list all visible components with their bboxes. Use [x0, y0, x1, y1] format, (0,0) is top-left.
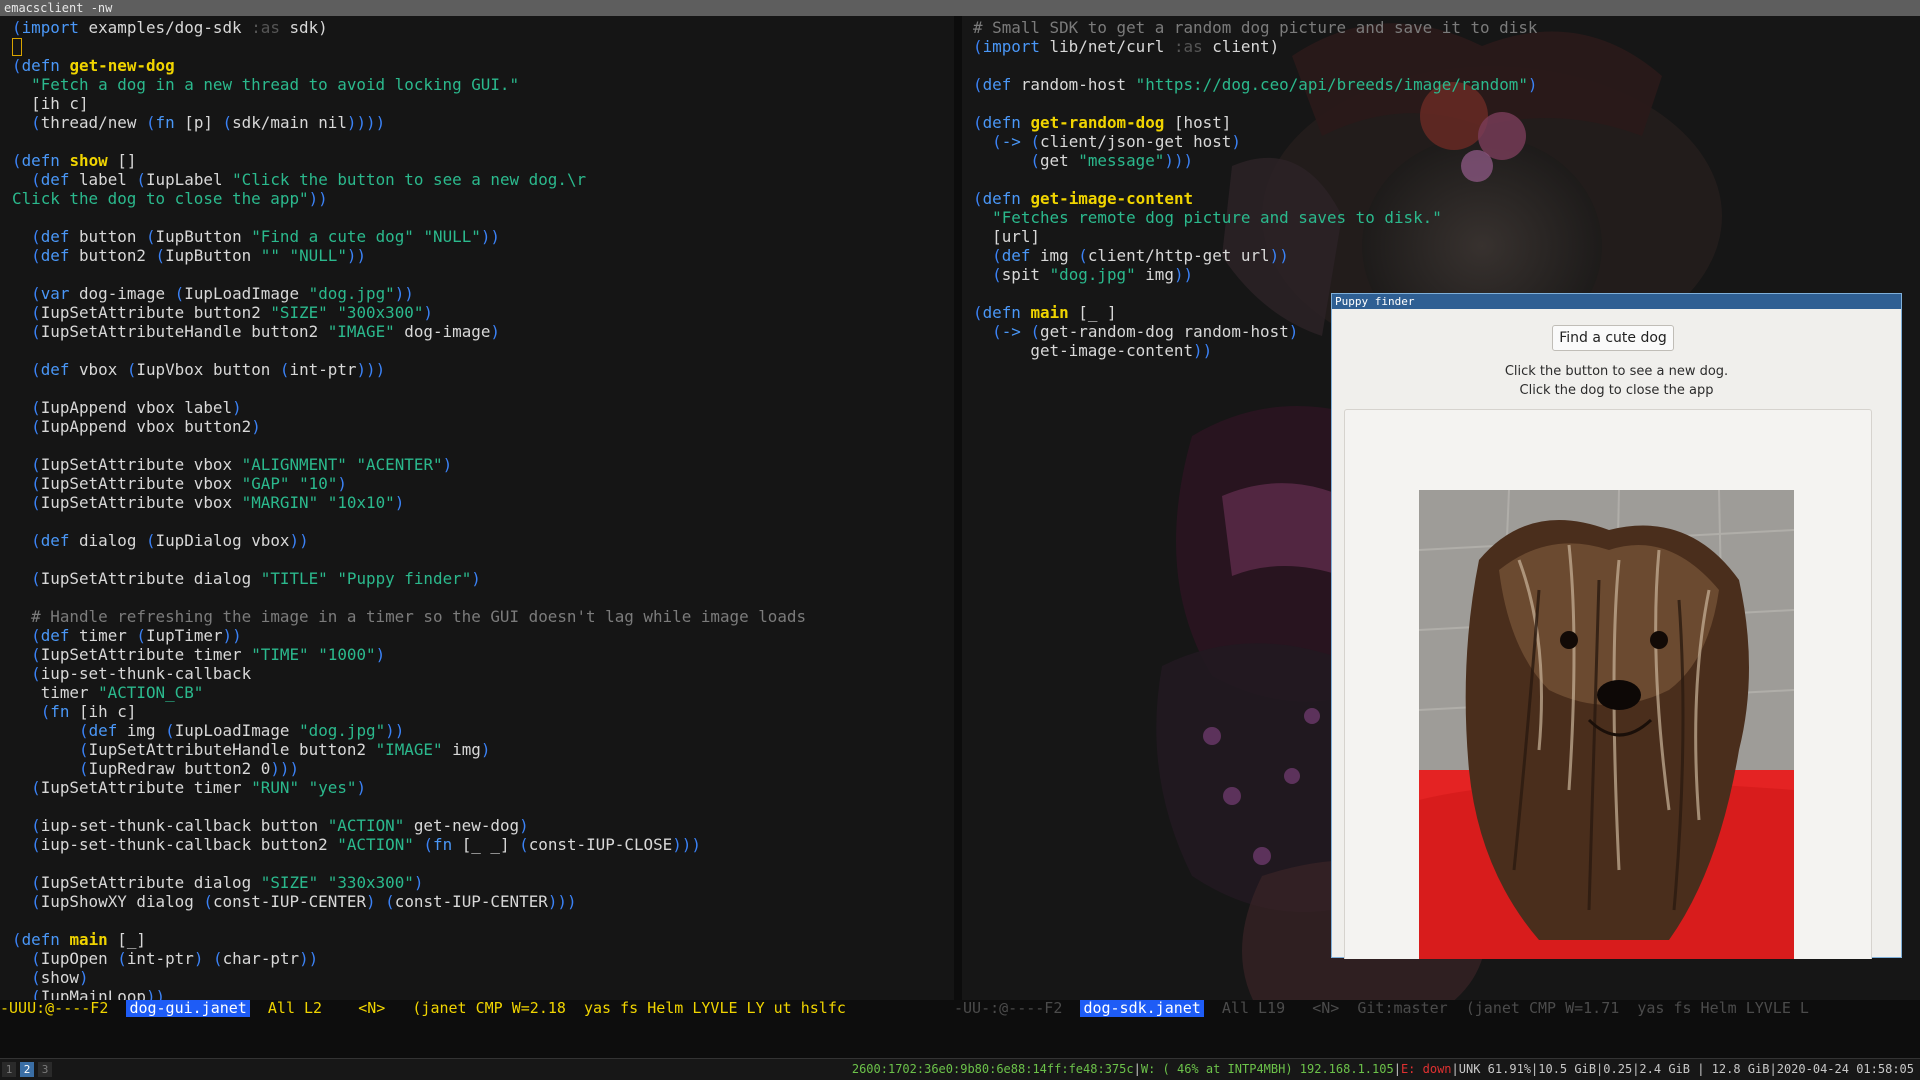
ipv6-address: 2600:1702:36e0:9b80:6e88:14ff:fe48:375c — [851, 1062, 1134, 1076]
i3-status-bar: 1 2 3 2600:1702:36e0:9b80:6e88:14ff:fe48… — [0, 1058, 1920, 1080]
right-mode-line: -UU-:@----F2 dog-sdk.janet All L19 <N> G… — [954, 1000, 1920, 1017]
instruction-line-2: Click the dog to close the app — [1519, 383, 1714, 398]
left-code-buffer[interactable]: (import examples/dog-sdk :as sdk) (defn … — [12, 18, 806, 1006]
instruction-line-1: Click the button to see a new dog. — [1504, 364, 1729, 379]
load-average: 0.25 — [1603, 1062, 1633, 1076]
workspace-3-button[interactable]: 3 — [38, 1062, 52, 1077]
text-cursor — [12, 38, 22, 56]
memory-used: 2.4 GiB — [1639, 1062, 1690, 1076]
dog-image-button[interactable] — [1344, 409, 1872, 959]
left-mode-line: -UUU:@----F2 dog-gui.janet All L2 <N> (j… — [0, 1000, 954, 1017]
dialog-title-bar[interactable]: Puppy finder — [1332, 294, 1901, 309]
left-editor-pane[interactable]: (import examples/dog-sdk :as sdk) (defn … — [0, 16, 954, 1016]
wireless-status: W: ( 46% at INTP4MBH) 192.168.1.105 — [1140, 1062, 1394, 1076]
right-buffer-name[interactable]: dog-sdk.janet — [1080, 1000, 1204, 1017]
workspace-2-button[interactable]: 2 — [20, 1062, 34, 1077]
dog-photo — [1419, 490, 1794, 959]
status-text: 2600:1702:36e0:9b80:6e88:14ff:fe48:375c|… — [851, 1062, 1914, 1076]
mode-line-prefix: -UUU:@----F2 — [0, 1000, 127, 1017]
battery-status: UNK 61.91% — [1458, 1062, 1532, 1076]
date-time: 2020-04-24 01:58:05 — [1776, 1062, 1914, 1076]
terminal-title-bar: emacsclient -nw — [0, 0, 1920, 16]
puppy-finder-dialog[interactable]: Puppy finder Find a cute dog Click the b… — [1331, 293, 1902, 959]
mode-line-status: All L19 <N> Git:master (janet CMP W=1.71… — [1203, 1000, 1809, 1017]
window-divider[interactable] — [954, 16, 962, 1016]
left-buffer-name[interactable]: dog-gui.janet — [126, 1000, 250, 1017]
instruction-label: Click the button to see a new dog. Click… — [1332, 362, 1901, 400]
disk-usage: 10.5 GiB — [1538, 1062, 1597, 1076]
workspace-1-button[interactable]: 1 — [2, 1062, 16, 1077]
memory-free: 12.8 GiB — [1711, 1062, 1770, 1076]
mode-line-prefix: -UU-:@----F2 — [954, 1000, 1081, 1017]
find-cute-dog-button[interactable]: Find a cute dog — [1552, 325, 1674, 351]
ethernet-status: E: down — [1400, 1062, 1452, 1076]
mode-line-status: All L2 <N> (janet CMP W=2.18 yas fs Helm… — [249, 1000, 846, 1017]
